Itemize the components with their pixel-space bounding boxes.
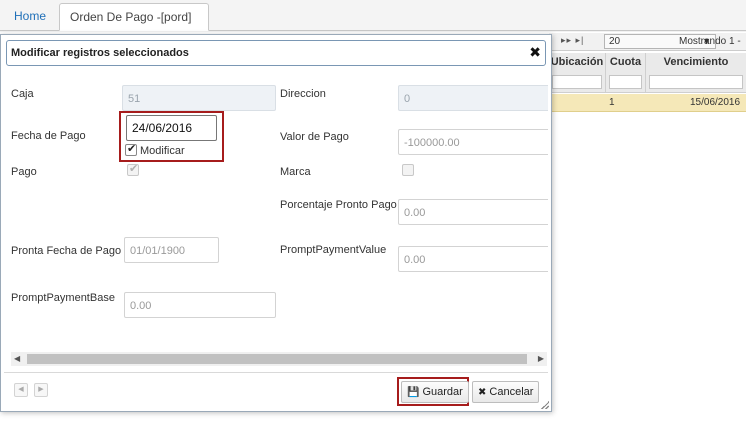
porcentaje-pronto-pago-label: Porcentaje Pronto Pago	[280, 199, 397, 211]
marca-checkbox[interactable]	[402, 164, 414, 176]
save-button-label: Guardar	[422, 386, 463, 398]
next-record-icon[interactable]: ▶	[34, 383, 48, 397]
tab-bar: Home Orden De Pago -[pord] ×	[0, 0, 746, 51]
cancel-button[interactable]: ✖ Cancelar	[472, 381, 540, 403]
column-vencimiento-label: Vencimiento	[663, 56, 729, 68]
records-showing-text: Mostrando 1 -	[679, 36, 741, 47]
last-page-icon[interactable]: ▸▸ ▸|	[561, 35, 584, 46]
pronta-fecha-pago-field[interactable]: 01/01/1900	[124, 237, 219, 263]
cancel-button-label: Cancelar	[489, 386, 534, 398]
dialog-footer: ◀ ▶ 💾 Guardar ✖ Cancelar	[4, 372, 548, 410]
modify-records-dialog: Modificar registros seleccionados ✖ Caja…	[0, 34, 552, 412]
pago-label: Pago	[11, 166, 37, 178]
column-ubicacion[interactable]: Ubicación	[549, 53, 606, 93]
fecha-pago-modify-label: Modificar	[140, 145, 185, 157]
save-button[interactable]: 💾 Guardar	[401, 381, 469, 403]
prompt-payment-value-field[interactable]: 0.00	[398, 246, 548, 272]
caja-field[interactable]: 51	[122, 85, 276, 111]
prompt-payment-base-label: PromptPaymentBase	[11, 292, 115, 304]
tab-home[interactable]: Home	[4, 3, 56, 31]
save-icon: 💾	[407, 387, 420, 398]
column-ubicacion-label: Ubicación	[550, 56, 604, 68]
fecha-pago-field[interactable]: 24/06/2016	[126, 115, 217, 141]
filter-vencimiento-input[interactable]	[649, 75, 743, 89]
pago-checkbox[interactable]	[127, 162, 139, 176]
fecha-pago-modify-checkbox[interactable]	[125, 142, 137, 156]
cancel-icon: ✖	[478, 387, 487, 398]
grid-header: Ubicación Cuota Vencimiento	[549, 53, 746, 93]
fecha-pago-label: Fecha de Pago	[11, 130, 86, 142]
resize-grip-icon[interactable]	[541, 401, 549, 409]
tab-orden-de-pago-label: Orden De Pago -[pord]	[70, 10, 192, 24]
cell-cuota: 1	[609, 97, 615, 108]
column-cuota[interactable]: Cuota	[606, 53, 646, 93]
dialog-body: Caja 51 Direccion 0 Fecha de Pago 24/06/…	[4, 71, 548, 361]
previous-record-icon[interactable]: ◀	[14, 383, 28, 397]
dialog-title: Modificar registros seleccionados	[11, 47, 189, 59]
dialog-title-bar[interactable]: Modificar registros seleccionados ✖	[6, 40, 546, 66]
filter-ubicacion-input[interactable]	[552, 75, 602, 89]
direccion-label: Direccion	[280, 88, 326, 100]
marca-label: Marca	[280, 166, 311, 178]
scroll-left-icon[interactable]: ◀	[14, 354, 20, 363]
close-icon[interactable]: ✖	[529, 44, 541, 61]
tab-orden-de-pago[interactable]: Orden De Pago -[pord] ×	[59, 3, 209, 51]
scroll-right-icon[interactable]: ▶	[538, 354, 544, 363]
valor-pago-field[interactable]: -100000.00	[398, 129, 548, 155]
horizontal-scrollbar[interactable]: ◀ ▶	[11, 352, 547, 366]
column-cuota-label: Cuota	[609, 56, 642, 68]
page-size-value: 20	[609, 36, 621, 47]
column-vencimiento[interactable]: Vencimiento	[646, 53, 746, 93]
table-row[interactable]: 1 15/06/2016	[549, 94, 746, 112]
grid-pager: ▸▸ ▸| 20 ▼ Mostrando 1 -	[549, 33, 746, 51]
filter-cuota-input[interactable]	[609, 75, 642, 89]
porcentaje-pronto-pago-field[interactable]: 0.00	[398, 199, 548, 225]
scrollbar-thumb[interactable]	[27, 354, 527, 364]
caja-label: Caja	[11, 88, 34, 100]
prompt-payment-base-field[interactable]: 0.00	[124, 292, 276, 318]
pronta-fecha-pago-label: Pronta Fecha de Pago	[11, 245, 122, 257]
direccion-field[interactable]: 0	[398, 85, 548, 111]
cell-vencimiento: 15/06/2016	[690, 97, 741, 108]
prompt-payment-value-label: PromptPaymentValue	[280, 244, 387, 256]
valor-pago-label: Valor de Pago	[280, 131, 349, 143]
